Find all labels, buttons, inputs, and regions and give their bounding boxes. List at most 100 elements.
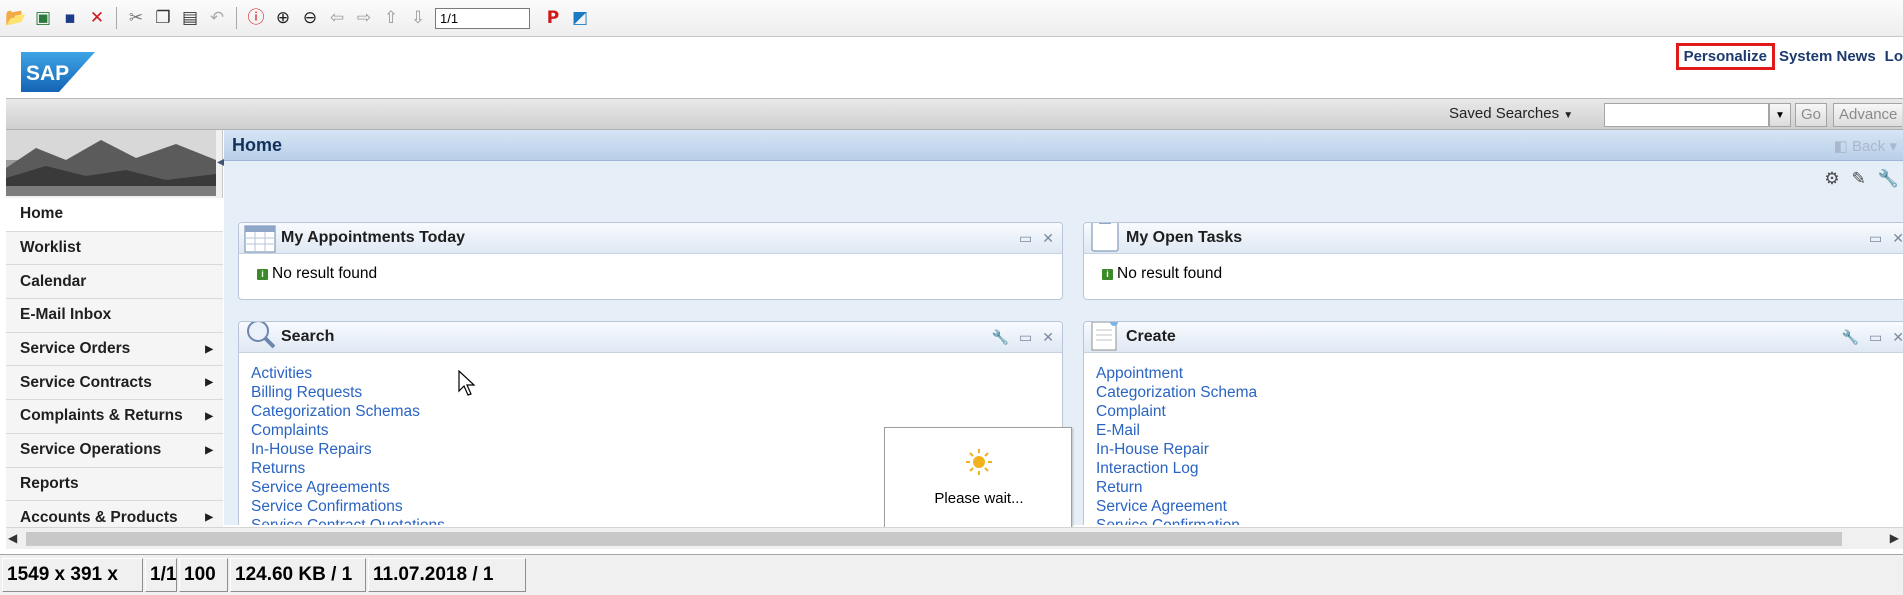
saved-search-bar: Saved Searches ▼ ▼ Go Advance xyxy=(6,98,1903,130)
undo-icon[interactable]: ↶ xyxy=(205,6,229,30)
close-icon[interactable]: ✕ xyxy=(1042,231,1054,247)
link-service-agreements[interactable]: Service Agreements xyxy=(251,478,445,497)
logoff-link[interactable]: Lo xyxy=(1885,48,1903,65)
status-dimensions: 1549 x 391 x xyxy=(2,558,143,592)
magnifier-icon xyxy=(247,322,276,349)
link-categorization-schemas[interactable]: Categorization Schemas xyxy=(251,402,445,421)
save-icon[interactable]: ▪ xyxy=(58,6,82,30)
panel-header: My Appointments Today ▭ ✕ xyxy=(239,223,1062,254)
cut-icon[interactable]: ✂ xyxy=(124,6,148,30)
viewer-toolbar: 📂 ▣ ▪ ✕ ✂ ❐ ▤ ↶ ⓘ ⊕ ⊖ ⇦ ⇨ ⇧ ⇩ P ◩ xyxy=(0,0,1903,37)
create-panel: Create 🔧 ▭ ✕ Appointment Categorization Sc… xyxy=(1083,321,1903,525)
zoom-in-icon[interactable]: ⊕ xyxy=(271,6,295,30)
nav-item-service-orders[interactable]: Service Orders ▶ xyxy=(6,332,223,367)
open-folder-icon[interactable]: 📂 xyxy=(4,6,28,30)
panel-header: Create 🔧 ▭ ✕ xyxy=(1084,322,1903,353)
link-appointment[interactable]: Appointment xyxy=(1096,364,1257,383)
link-service-confirmations[interactable]: Service Confirmations xyxy=(251,497,445,516)
color-icon[interactable]: ◩ xyxy=(568,6,592,30)
nav-list: Home Worklist Calendar E-Mail Inbox Serv… xyxy=(6,198,223,535)
scroll-right-icon[interactable]: ▶ xyxy=(1890,531,1899,545)
link-complaint[interactable]: Complaint xyxy=(1096,402,1257,421)
gear-icon[interactable]: ⚙ xyxy=(1824,169,1839,189)
wrench-icon[interactable]: 🔧 xyxy=(992,330,1009,346)
nav-item-reports[interactable]: Reports xyxy=(6,467,223,502)
advanced-button[interactable]: Advance xyxy=(1833,103,1903,127)
page-number-field[interactable] xyxy=(435,7,530,29)
panel-controls: ▭ ✕ xyxy=(1019,231,1054,247)
sap-logo: SAP xyxy=(21,52,95,92)
minimize-icon[interactable]: ▭ xyxy=(1019,330,1032,346)
link-service-confirmation[interactable]: Service Confirmation xyxy=(1096,516,1257,525)
link-complaints[interactable]: Complaints xyxy=(251,421,445,440)
link-email[interactable]: E-Mail xyxy=(1096,421,1257,440)
link-service-contract-quotations[interactable]: Service Contract Quotations xyxy=(251,516,445,525)
page-tools: ⚙ ✎ 🔧 xyxy=(1824,169,1899,189)
info-icon[interactable]: ⓘ xyxy=(244,6,268,30)
chevron-right-icon: ▶ xyxy=(205,444,213,456)
clipboard-icon xyxy=(1091,223,1119,252)
nav-item-worklist[interactable]: Worklist xyxy=(6,231,223,266)
arrow-left-icon[interactable]: ⇦ xyxy=(325,6,349,30)
nav-item-service-operations[interactable]: Service Operations ▶ xyxy=(6,433,223,468)
panel-title: My Appointments Today xyxy=(281,229,465,246)
system-news-link[interactable]: System News xyxy=(1779,48,1876,65)
close-icon[interactable]: ✕ xyxy=(1892,231,1903,247)
saved-searches-dropdown[interactable]: Saved Searches ▼ xyxy=(1449,105,1573,122)
toolbar-divider xyxy=(236,7,237,29)
personalize-link[interactable]: Personalize xyxy=(1675,43,1775,70)
delete-icon[interactable]: ✕ xyxy=(85,6,109,30)
wrench-icon[interactable]: 🔧 xyxy=(1878,169,1899,189)
scrollbar-thumb[interactable] xyxy=(26,532,1842,546)
chevron-right-icon: ▶ xyxy=(205,377,213,389)
minimize-icon[interactable]: ▭ xyxy=(1869,330,1882,346)
image-icon[interactable]: ▣ xyxy=(31,6,55,30)
link-returns[interactable]: Returns xyxy=(251,459,445,478)
arrow-right-icon[interactable]: ⇨ xyxy=(352,6,376,30)
nav-item-calendar[interactable]: Calendar xyxy=(6,265,223,300)
info-icon: i xyxy=(1102,268,1113,280)
nav-item-service-contracts[interactable]: Service Contracts ▶ xyxy=(6,366,223,401)
page-down-icon[interactable]: ⇩ xyxy=(406,6,430,30)
link-return[interactable]: Return xyxy=(1096,478,1257,497)
paste-icon[interactable]: ▤ xyxy=(178,6,202,30)
go-button[interactable]: Go xyxy=(1795,103,1828,127)
loading-spinner-icon xyxy=(966,449,992,475)
link-activities[interactable]: Activities xyxy=(251,364,445,383)
page-up-icon[interactable]: ⇧ xyxy=(379,6,403,30)
mouse-cursor-icon xyxy=(458,370,476,396)
copy-icon[interactable]: ❐ xyxy=(151,6,175,30)
panel-controls: 🔧 ▭ ✕ xyxy=(992,330,1054,346)
appointments-panel: My Appointments Today ▭ ✕ i No result foun… xyxy=(238,222,1063,300)
open-tasks-panel: My Open Tasks ▭ ✕ i No result found xyxy=(1083,222,1903,300)
panel-header: Search 🔧 ▭ ✕ xyxy=(239,322,1062,353)
panel-controls: ▭ ✕ xyxy=(1869,231,1903,247)
link-in-house-repair[interactable]: In-House Repair xyxy=(1096,440,1257,459)
link-interaction-log[interactable]: Interaction Log xyxy=(1096,459,1257,478)
link-service-agreement[interactable]: Service Agreement xyxy=(1096,497,1257,516)
horizontal-scrollbar[interactable]: ◀ ▶ xyxy=(6,527,1903,549)
minimize-icon[interactable]: ▭ xyxy=(1869,231,1882,247)
home-title-bar: Home ◧ Back ▾ xyxy=(224,130,1903,161)
zoom-out-icon[interactable]: ⊖ xyxy=(298,6,322,30)
nav-item-email-inbox[interactable]: E-Mail Inbox xyxy=(6,299,223,333)
scroll-left-icon[interactable]: ◀ xyxy=(8,531,17,545)
link-categorization-schema[interactable]: Categorization Schema xyxy=(1096,383,1257,402)
chevron-right-icon: ▶ xyxy=(205,512,213,524)
saved-search-input[interactable] xyxy=(1604,103,1769,127)
edit-page-icon[interactable]: ✎ xyxy=(1852,169,1866,189)
nav-item-complaints-returns[interactable]: Complaints & Returns ▶ xyxy=(6,400,223,434)
p-icon[interactable]: P xyxy=(541,6,565,30)
minimize-icon[interactable]: ▭ xyxy=(1019,231,1032,247)
chevron-down-icon[interactable]: ▼ xyxy=(1769,103,1791,127)
search-links: Activities Billing Requests Categorizati… xyxy=(251,364,445,525)
panel-title: Create xyxy=(1126,328,1176,345)
nav-item-home[interactable]: Home xyxy=(6,198,223,232)
link-billing-requests[interactable]: Billing Requests xyxy=(251,383,445,402)
wrench-icon[interactable]: 🔧 xyxy=(1842,330,1859,346)
status-zoom: 100 xyxy=(179,558,228,592)
close-icon[interactable]: ✕ xyxy=(1042,330,1054,346)
link-in-house-repairs[interactable]: In-House Repairs xyxy=(251,440,445,459)
close-icon[interactable]: ✕ xyxy=(1892,330,1903,346)
back-button[interactable]: ◧ Back ▾ xyxy=(1834,137,1897,155)
